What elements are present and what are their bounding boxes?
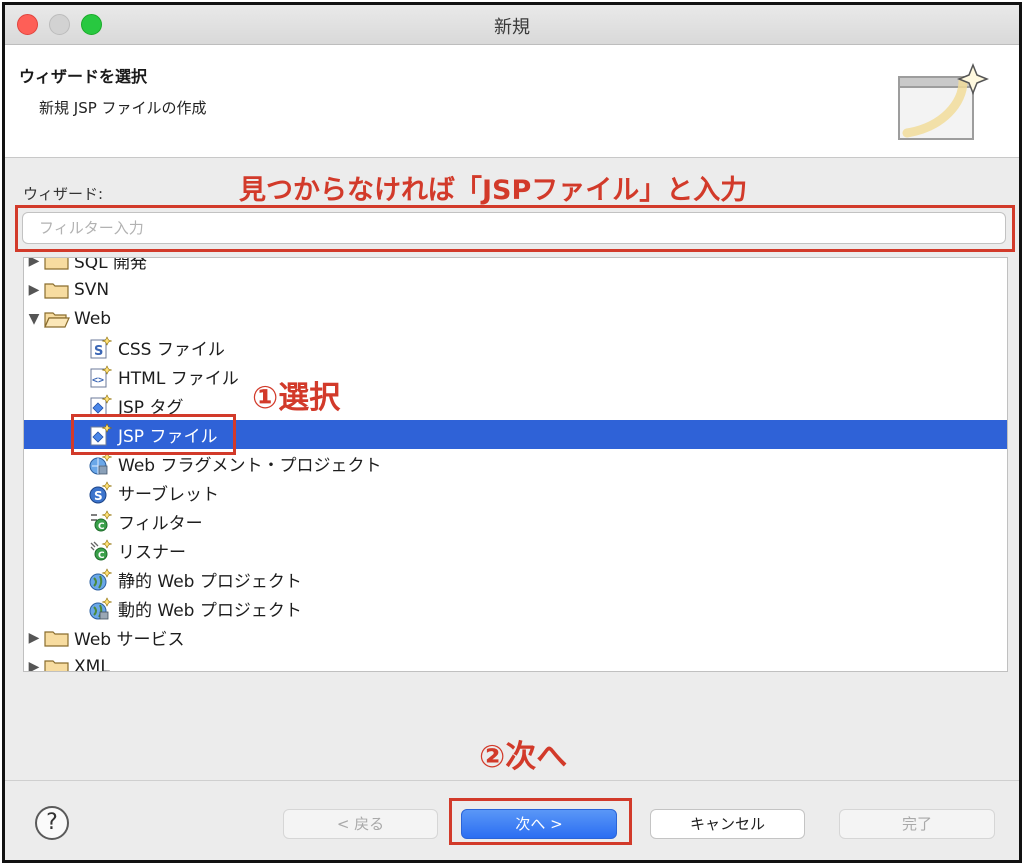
tree-item-web[interactable]: ▼ Web — [24, 304, 1007, 333]
collapse-arrow-icon[interactable]: ▼ — [24, 311, 44, 327]
filter-highlight-box — [15, 205, 1015, 252]
cancel-button[interactable]: キャンセル — [650, 809, 805, 839]
tree-item-svn[interactable]: ▶ SVN — [24, 275, 1007, 304]
jsp-file-highlight-box — [71, 414, 236, 455]
window-title: 新規 — [494, 17, 530, 38]
tree-item-label: SVN — [74, 279, 110, 300]
folder-icon — [44, 659, 69, 671]
tree-item-filter[interactable]: C フィルター — [24, 507, 1007, 536]
tree-item-sql-development[interactable]: ▶ SQL 開発 — [24, 257, 1007, 275]
web-fragment-project-icon — [89, 451, 112, 474]
tree-item-html-file[interactable]: <> HTML ファイル — [24, 362, 1007, 391]
wizard-banner-icon — [898, 63, 989, 140]
header-title: ウィザードを選択 — [19, 67, 148, 86]
finish-button[interactable]: 完了 — [839, 809, 995, 839]
tree-item-label: Web サービス — [74, 630, 185, 650]
search-hint-annotation: 見つからなければ「JSPファイル」と入力 — [239, 175, 748, 206]
tree-item-css-file[interactable]: S CSS ファイル — [24, 333, 1007, 362]
svg-text:S: S — [94, 344, 103, 359]
tree-item-label: HTML ファイル — [118, 369, 239, 389]
folder-icon — [44, 630, 69, 647]
open-folder-icon — [44, 311, 70, 328]
static-web-project-icon — [89, 567, 112, 590]
servlet-icon: S — [89, 480, 112, 503]
folder-icon — [44, 282, 69, 299]
svg-text:C: C — [98, 551, 105, 561]
tree-item-servlet[interactable]: S サーブレット — [24, 478, 1007, 507]
tree-item-label: CSS ファイル — [118, 340, 225, 360]
dynamic-web-project-icon — [89, 596, 112, 619]
filter-icon: C — [91, 509, 112, 532]
expand-arrow-icon[interactable]: ▶ — [24, 630, 44, 646]
back-button[interactable]: < 戻る — [283, 809, 438, 839]
svg-text:C: C — [98, 522, 105, 532]
tree-item-label: SQL 開発 — [74, 257, 148, 273]
tree-item-web-services[interactable]: ▶ Web サービス — [24, 623, 1007, 652]
tree-item-label: XML — [74, 656, 110, 672]
expand-arrow-icon[interactable]: ▶ — [24, 282, 44, 298]
expand-arrow-icon[interactable]: ▶ — [24, 258, 44, 269]
html-file-icon: <> — [90, 364, 112, 387]
tree-item-dynamic-web-project[interactable]: 動的 Web プロジェクト — [24, 594, 1007, 623]
header-description: 新規 JSP ファイルの作成 — [39, 99, 207, 117]
next-highlight-box — [449, 798, 632, 845]
dialog-window: 新規 ウィザードを選択 新規 JSP ファイルの作成 ウィザード: 見つからなけ… — [2, 2, 1022, 863]
step2-annotation: ②次へ — [479, 739, 568, 775]
folder-icon — [44, 258, 69, 270]
tree-item-listener[interactable]: C リスナー — [24, 536, 1007, 565]
wizard-tree[interactable]: ▶ SQL 開発 ▶ SVN ▼ Web S CSS ファイル <> HTML … — [23, 257, 1008, 672]
svg-text:S: S — [94, 489, 103, 503]
tree-item-label: サーブレット — [118, 485, 219, 505]
tree-item-label: リスナー — [118, 543, 186, 563]
tree-item-label: Web — [74, 308, 112, 329]
svg-text:<>: <> — [92, 375, 104, 386]
step1-annotation: ①選択 — [252, 380, 341, 416]
tree-item-label: 静的 Web プロジェクト — [118, 572, 302, 592]
listener-icon: C — [90, 538, 112, 561]
tree-item-static-web-project[interactable]: 静的 Web プロジェクト — [24, 565, 1007, 594]
wizards-label: ウィザード: — [23, 185, 104, 203]
tree-item-label: 動的 Web プロジェクト — [118, 601, 302, 621]
help-button[interactable]: ? — [35, 806, 69, 840]
tree-item-label: フィルター — [118, 514, 203, 534]
css-file-icon: S — [90, 335, 112, 359]
expand-arrow-icon[interactable]: ▶ — [24, 659, 44, 672]
wizard-header: ウィザードを選択 新規 JSP ファイルの作成 — [5, 45, 1019, 158]
title-bar: 新規 — [5, 5, 1019, 45]
tree-item-xml[interactable]: ▶ XML — [24, 652, 1007, 672]
footer-separator — [5, 780, 1019, 781]
